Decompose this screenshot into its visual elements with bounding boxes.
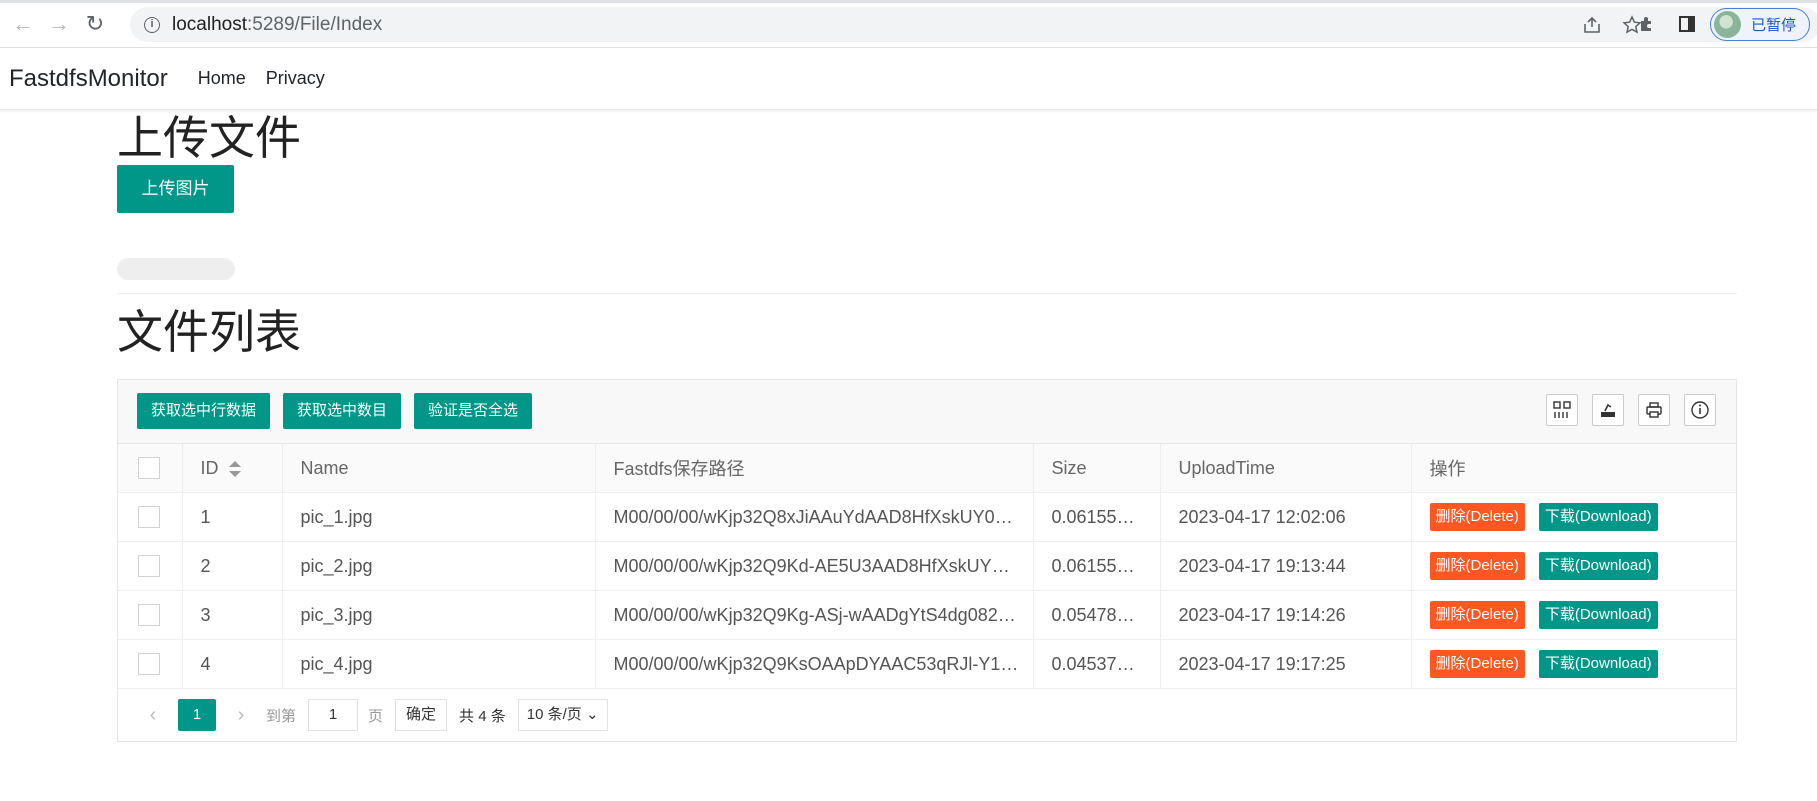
goto-label: 到第 <box>266 707 297 725</box>
total-count: 共 4 条 <box>459 707 506 725</box>
table-row: 2 pic_2.jpg M00/00/00/wKjp32Q9Kd-AE5U3AA… <box>118 541 1736 592</box>
cell-size: 0.04537… <box>1033 639 1161 690</box>
profile-button[interactable]: 已暂停 <box>1710 8 1810 41</box>
column-header-uploadtime: UploadTime <box>1160 443 1412 494</box>
reload-icon[interactable]: ↻ <box>77 6 113 42</box>
nav-home[interactable]: Home <box>198 68 246 89</box>
cell-id: 2 <box>182 541 283 592</box>
column-header-id[interactable]: ID <box>182 443 283 494</box>
cell-uploadtime: 2023-04-17 19:13:44 <box>1160 541 1412 592</box>
cell-path: M00/00/00/wKjp32Q9Kd-AE5U3AAD8HfXskUY3… <box>595 541 1034 592</box>
next-page-icon[interactable]: › <box>226 704 256 727</box>
table-row: 3 pic_3.jpg M00/00/00/wKjp32Q9Kg-ASj-wAA… <box>118 590 1736 641</box>
table-row: 1 pic_1.jpg M00/00/00/wKjp32Q8xJiAAuYdAA… <box>118 492 1736 543</box>
cell-name: pic_3.jpg <box>282 590 596 641</box>
export-icon[interactable] <box>1592 393 1624 426</box>
get-selected-count-button[interactable]: 获取选中数目 <box>283 393 402 430</box>
page-unit-label: 页 <box>368 707 384 725</box>
get-selected-rows-button[interactable]: 获取选中行数据 <box>137 393 271 430</box>
column-header-name: Name <box>282 443 596 494</box>
table-row: 4 pic_4.jpg M00/00/00/wKjp32Q9KsOAApDYAA… <box>118 639 1736 690</box>
cell-path: M00/00/00/wKjp32Q9KsOAApDYAAC53qRJl-Y1… <box>595 639 1034 690</box>
delete-button[interactable]: 删除(Delete) <box>1429 503 1525 532</box>
cell-actions: 删除(Delete) 下载(Download) <box>1411 492 1736 543</box>
cell-actions: 删除(Delete) 下载(Download) <box>1411 590 1736 641</box>
brand-link[interactable]: FastdfsMonitor <box>9 65 168 93</box>
cell-path: M00/00/00/wKjp32Q9Kg-ASj-wAADgYtS4dg082… <box>595 590 1034 641</box>
address-bar[interactable]: i localhost:5289/File/Index <box>130 7 1817 42</box>
print-icon[interactable] <box>1638 393 1670 426</box>
forward-icon[interactable]: → <box>41 6 77 42</box>
prev-page-icon[interactable]: ‹ <box>138 704 168 727</box>
file-list-title: 文件列表 <box>117 305 301 358</box>
current-page[interactable]: 1 <box>178 699 216 732</box>
cell-size: 0.05478… <box>1033 590 1161 641</box>
column-header-size: Size <box>1033 443 1161 494</box>
cell-id: 4 <box>182 639 283 690</box>
cell-size: 0.06155… <box>1033 541 1161 592</box>
download-button[interactable]: 下载(Download) <box>1538 650 1658 679</box>
cell-path: M00/00/00/wKjp32Q8xJiAAuYdAAD8HfXskUY08… <box>595 492 1034 543</box>
avatar <box>1714 11 1741 38</box>
pagination: ‹ 1 › 到第 1 页 确定 共 4 条 10 条/页 ⌄ <box>118 689 1736 741</box>
delete-button[interactable]: 删除(Delete) <box>1429 650 1525 679</box>
row-checkbox[interactable] <box>138 653 160 676</box>
cell-name: pic_1.jpg <box>282 492 596 543</box>
delete-button[interactable]: 删除(Delete) <box>1429 552 1525 581</box>
row-checkbox[interactable] <box>138 555 160 578</box>
upload-image-button[interactable]: 上传图片 <box>117 164 234 213</box>
table-toolbar: 获取选中行数据 获取选中数目 验证是否全选 <box>118 379 1736 444</box>
url-text[interactable]: localhost:5289/File/Index <box>172 14 382 36</box>
cell-actions: 删除(Delete) 下载(Download) <box>1411 639 1736 690</box>
site-info-icon[interactable]: i <box>144 16 160 33</box>
download-button[interactable]: 下载(Download) <box>1538 601 1658 630</box>
extensions-icon[interactable] <box>1634 11 1660 37</box>
browser-toolbar: ← → ↻ i localhost:5289/File/Index 已暂停 <box>0 0 1817 48</box>
share-icon[interactable] <box>1579 12 1605 38</box>
column-header-path: Fastdfs保存路径 <box>595 443 1034 494</box>
download-button[interactable]: 下载(Download) <box>1538 503 1658 532</box>
back-icon[interactable]: ← <box>5 6 41 42</box>
file-table-panel: 获取选中行数据 获取选中数目 验证是否全选 ID Name Fastdfs保存路… <box>117 378 1737 743</box>
sort-icon[interactable] <box>228 460 241 477</box>
cell-uploadtime: 2023-04-17 19:14:26 <box>1160 590 1412 641</box>
cell-uploadtime: 2023-04-17 19:17:25 <box>1160 639 1412 690</box>
delete-button[interactable]: 删除(Delete) <box>1429 601 1525 630</box>
cell-id: 1 <box>182 492 283 543</box>
info-icon[interactable] <box>1684 393 1716 426</box>
upload-title: 上传文件 <box>117 112 301 164</box>
cell-uploadtime: 2023-04-17 12:02:06 <box>1160 492 1412 543</box>
download-button[interactable]: 下载(Download) <box>1538 552 1658 581</box>
columns-icon[interactable] <box>1546 393 1578 426</box>
tab-strip-edge <box>0 0 1817 3</box>
side-panel-icon[interactable] <box>1674 11 1700 37</box>
nav-privacy[interactable]: Privacy <box>266 68 325 89</box>
chevron-down-icon: ⌄ <box>585 706 599 724</box>
goto-confirm-button[interactable]: 确定 <box>395 699 448 732</box>
main-content: 上传文件 上传图片 文件列表 获取选中行数据 获取选中数目 验证是否全选 ID … <box>117 112 1737 743</box>
goto-page-input[interactable]: 1 <box>308 699 359 732</box>
row-checkbox[interactable] <box>138 604 160 627</box>
cell-name: pic_2.jpg <box>282 541 596 592</box>
check-all-selected-button[interactable]: 验证是否全选 <box>414 393 533 430</box>
file-table: ID Name Fastdfs保存路径 Size UploadTime 操作 1… <box>118 443 1736 690</box>
cell-id: 3 <box>182 590 283 641</box>
column-header-actions: 操作 <box>1411 443 1736 494</box>
cell-size: 0.06155… <box>1033 492 1161 543</box>
table-header-row: ID Name Fastdfs保存路径 Size UploadTime 操作 <box>118 443 1736 494</box>
row-checkbox[interactable] <box>138 506 160 529</box>
page-size-select[interactable]: 10 条/页 ⌄ <box>517 699 608 732</box>
cell-name: pic_4.jpg <box>282 639 596 690</box>
upload-progress-bar <box>117 257 235 280</box>
cell-actions: 删除(Delete) 下载(Download) <box>1411 541 1736 592</box>
profile-status: 已暂停 <box>1751 17 1797 34</box>
app-navbar: FastdfsMonitor Home Privacy <box>0 48 1817 110</box>
divider <box>117 292 1737 294</box>
select-all-checkbox[interactable] <box>138 457 160 480</box>
select-all-cell <box>118 443 183 494</box>
